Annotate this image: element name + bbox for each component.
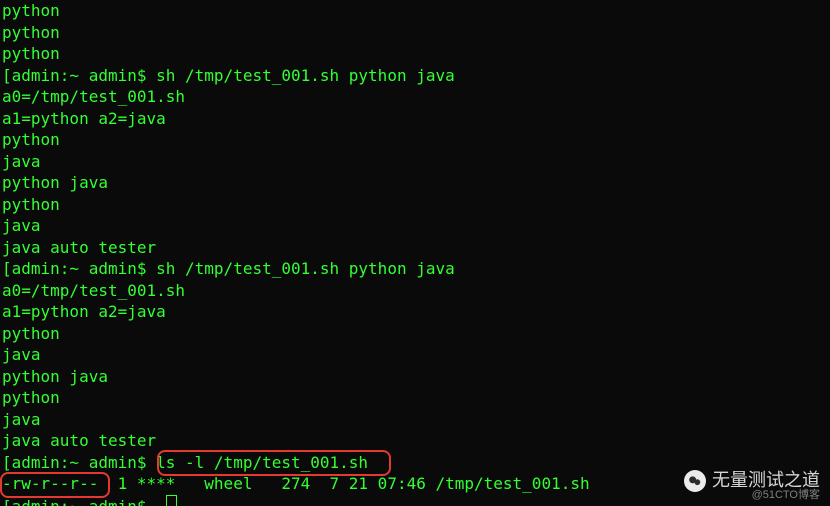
output-line: python (2, 194, 828, 216)
prompt-prefix: [admin:~ admin$ (2, 497, 156, 506)
output-line: a1=python a2=java (2, 301, 828, 323)
prompt-prefix: [admin:~ admin$ (2, 66, 156, 85)
output-line: a0=/tmp/test_001.sh (2, 280, 828, 302)
output-line: java auto tester (2, 237, 828, 259)
command-text: sh /tmp/test_001.sh python java (156, 66, 455, 85)
output-line: java (2, 409, 828, 431)
prompt-line: [admin:~ admin$ sh /tmp/test_001.sh pyth… (2, 258, 828, 280)
output-line: python (2, 129, 828, 151)
output-line: java (2, 151, 828, 173)
output-line: a0=/tmp/test_001.sh (2, 86, 828, 108)
terminal-output[interactable]: pythonpythonpython[admin:~ admin$ sh /tm… (0, 0, 830, 506)
cursor (166, 495, 177, 506)
prompt-prefix: [admin:~ admin$ (2, 259, 156, 278)
output-line: java auto tester (2, 430, 828, 452)
output-line: python java (2, 172, 828, 194)
command-text: ls -l /tmp/test_001.sh (156, 453, 368, 472)
wechat-icon (684, 470, 706, 492)
output-line: python java (2, 366, 828, 388)
output-line: python (2, 22, 828, 44)
output-line: java (2, 344, 828, 366)
prompt-line: [admin:~ admin$ (2, 495, 828, 506)
output-line: a1=python a2=java (2, 108, 828, 130)
watermark: 无量测试之道 @51CTO博客 (684, 470, 820, 492)
output-line: python (2, 43, 828, 65)
output-line: python (2, 323, 828, 345)
output-line: python (2, 387, 828, 409)
command-text: sh /tmp/test_001.sh python java (156, 259, 455, 278)
prompt-prefix: [admin:~ admin$ (2, 453, 156, 472)
prompt-line: [admin:~ admin$ sh /tmp/test_001.sh pyth… (2, 65, 828, 87)
watermark-sub: @51CTO博客 (752, 485, 820, 506)
output-line: java (2, 215, 828, 237)
output-line: python (2, 0, 828, 22)
